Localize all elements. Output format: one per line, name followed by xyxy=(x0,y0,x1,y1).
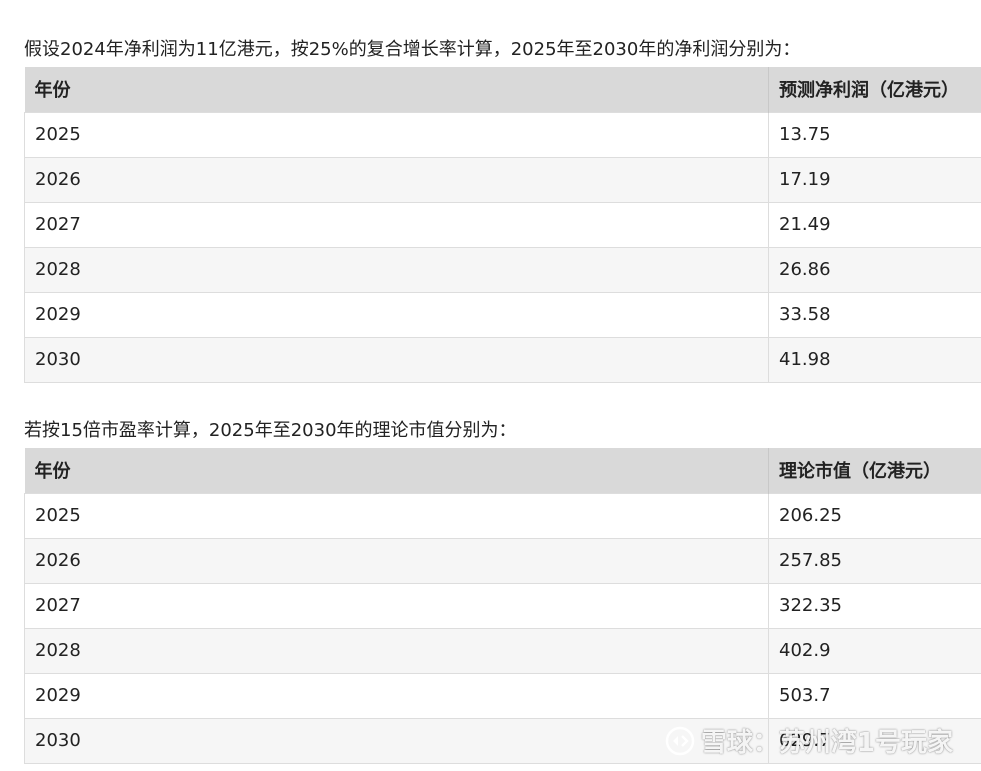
table-row: 2027 21.49 xyxy=(24,201,981,247)
year-cell: 2027 xyxy=(24,582,769,628)
watermark: 雪球：苏州湾1号玩家 xyxy=(665,722,953,759)
net-profit-cell: 33.58 xyxy=(768,291,981,337)
table-row: 2026 17.19 xyxy=(24,156,981,202)
column-header-year: 年份 xyxy=(24,448,769,493)
year-cell: 2028 xyxy=(24,246,769,292)
year-cell: 2026 xyxy=(24,156,769,202)
market-value-cell: 322.35 xyxy=(768,582,981,628)
year-cell: 2025 xyxy=(24,111,769,157)
market-value-cell: 402.9 xyxy=(768,627,981,673)
column-header-year: 年份 xyxy=(24,67,769,112)
table-row: 2028 26.86 xyxy=(24,246,981,292)
year-cell: 2030 xyxy=(24,717,769,764)
market-value-table: 年份 理论市值（亿港元） 2025 206.25 2026 257.85 202… xyxy=(24,448,981,764)
column-header-net-profit: 预测净利润（亿港元） xyxy=(768,67,981,112)
pe-ratio-paragraph: 若按15倍市盈率计算，2025年至2030年的理论市值分别为： xyxy=(24,420,517,441)
net-profit-cell: 17.19 xyxy=(768,156,981,202)
column-header-market-value: 理论市值（亿港元） xyxy=(768,448,981,493)
year-cell: 2028 xyxy=(24,627,769,673)
net-profit-cell: 13.75 xyxy=(768,111,981,157)
table-row: 2029 33.58 xyxy=(24,291,981,337)
table-row: 2026 257.85 xyxy=(24,537,981,583)
year-cell: 2026 xyxy=(24,537,769,583)
net-profit-cell: 21.49 xyxy=(768,201,981,247)
net-profit-cell: 26.86 xyxy=(768,246,981,292)
table-row: 2027 322.35 xyxy=(24,582,981,628)
market-value-cell: 503.7 xyxy=(768,672,981,718)
table-header-row: 年份 理论市值（亿港元） xyxy=(24,448,981,493)
table-row: 2030 41.98 xyxy=(24,336,981,383)
table-header-row: 年份 预测净利润（亿港元） xyxy=(24,67,981,112)
table-row: 2025 206.25 xyxy=(24,492,981,538)
market-value-cell: 206.25 xyxy=(768,492,981,538)
year-cell: 2029 xyxy=(24,672,769,718)
year-cell: 2029 xyxy=(24,291,769,337)
net-profit-table: 年份 预测净利润（亿港元） 2025 13.75 2026 17.19 2027… xyxy=(24,67,981,383)
market-value-cell: 257.85 xyxy=(768,537,981,583)
table-row: 2028 402.9 xyxy=(24,627,981,673)
snowball-logo-icon xyxy=(665,726,695,755)
table-row: 2029 503.7 xyxy=(24,672,981,718)
table-row: 2025 13.75 xyxy=(24,111,981,157)
year-cell: 2030 xyxy=(24,336,769,383)
watermark-text: 雪球：苏州湾1号玩家 xyxy=(700,728,953,758)
year-cell: 2025 xyxy=(24,492,769,538)
net-profit-cell: 41.98 xyxy=(768,336,981,383)
intro-paragraph: 假设2024年净利润为11亿港元，按25%的复合增长率计算，2025年至2030… xyxy=(24,39,801,60)
year-cell: 2027 xyxy=(24,201,769,247)
